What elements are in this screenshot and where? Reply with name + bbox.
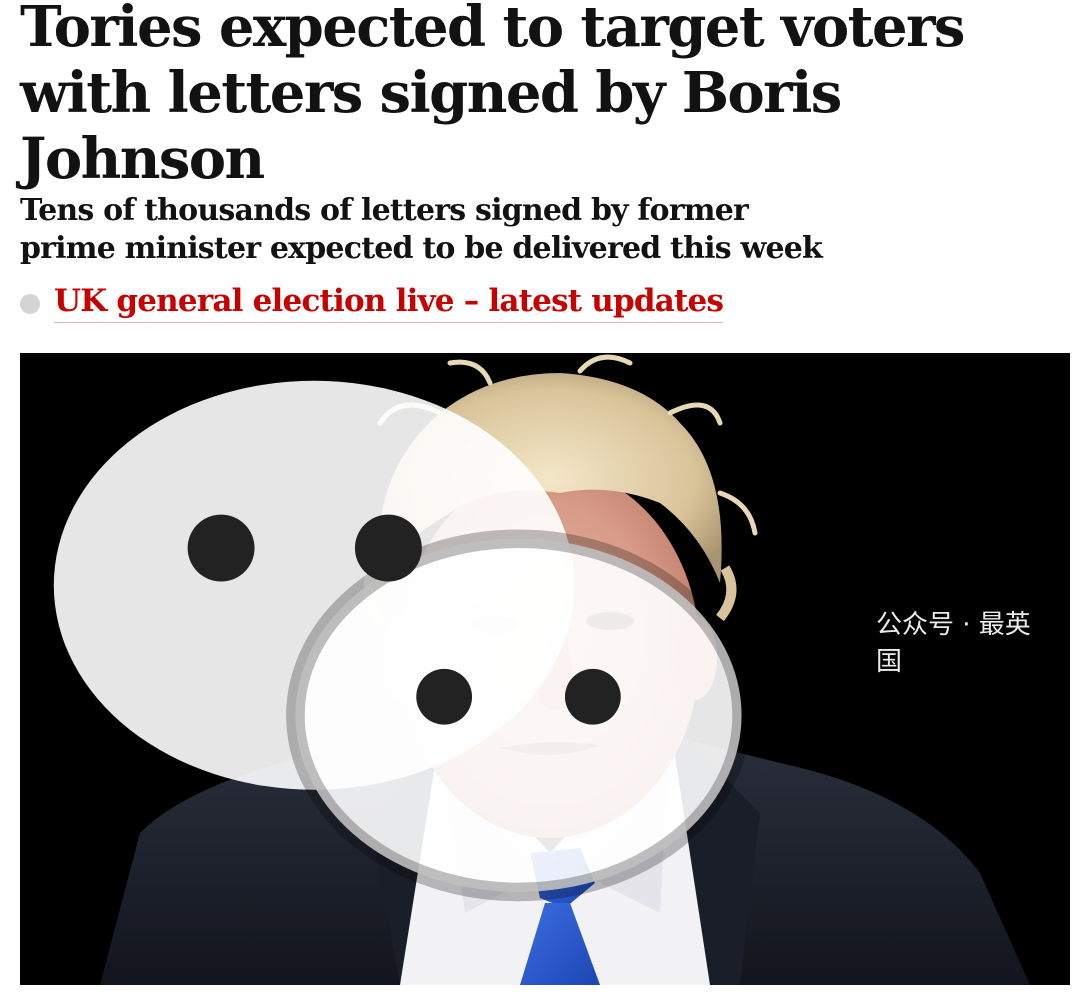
article: Tories expected to target voters with le… [0, 0, 1080, 997]
article-headline: Tories expected to target voters with le… [20, 0, 965, 192]
watermark: 公众号 · 最英国 [20, 353, 1034, 957]
live-updates-link[interactable]: UK general election live – latest update… [54, 283, 724, 323]
hero-image: 公众号 · 最英国 [20, 353, 1070, 985]
wechat-icon [53, 380, 751, 902]
article-standfirst: Tens of thousands of letters signed by f… [20, 193, 823, 266]
live-updates-row: UK general election live – latest update… [20, 282, 724, 324]
watermark-text: 公众号 · 最英国 [875, 610, 1031, 677]
live-indicator-dot-icon [20, 294, 40, 314]
